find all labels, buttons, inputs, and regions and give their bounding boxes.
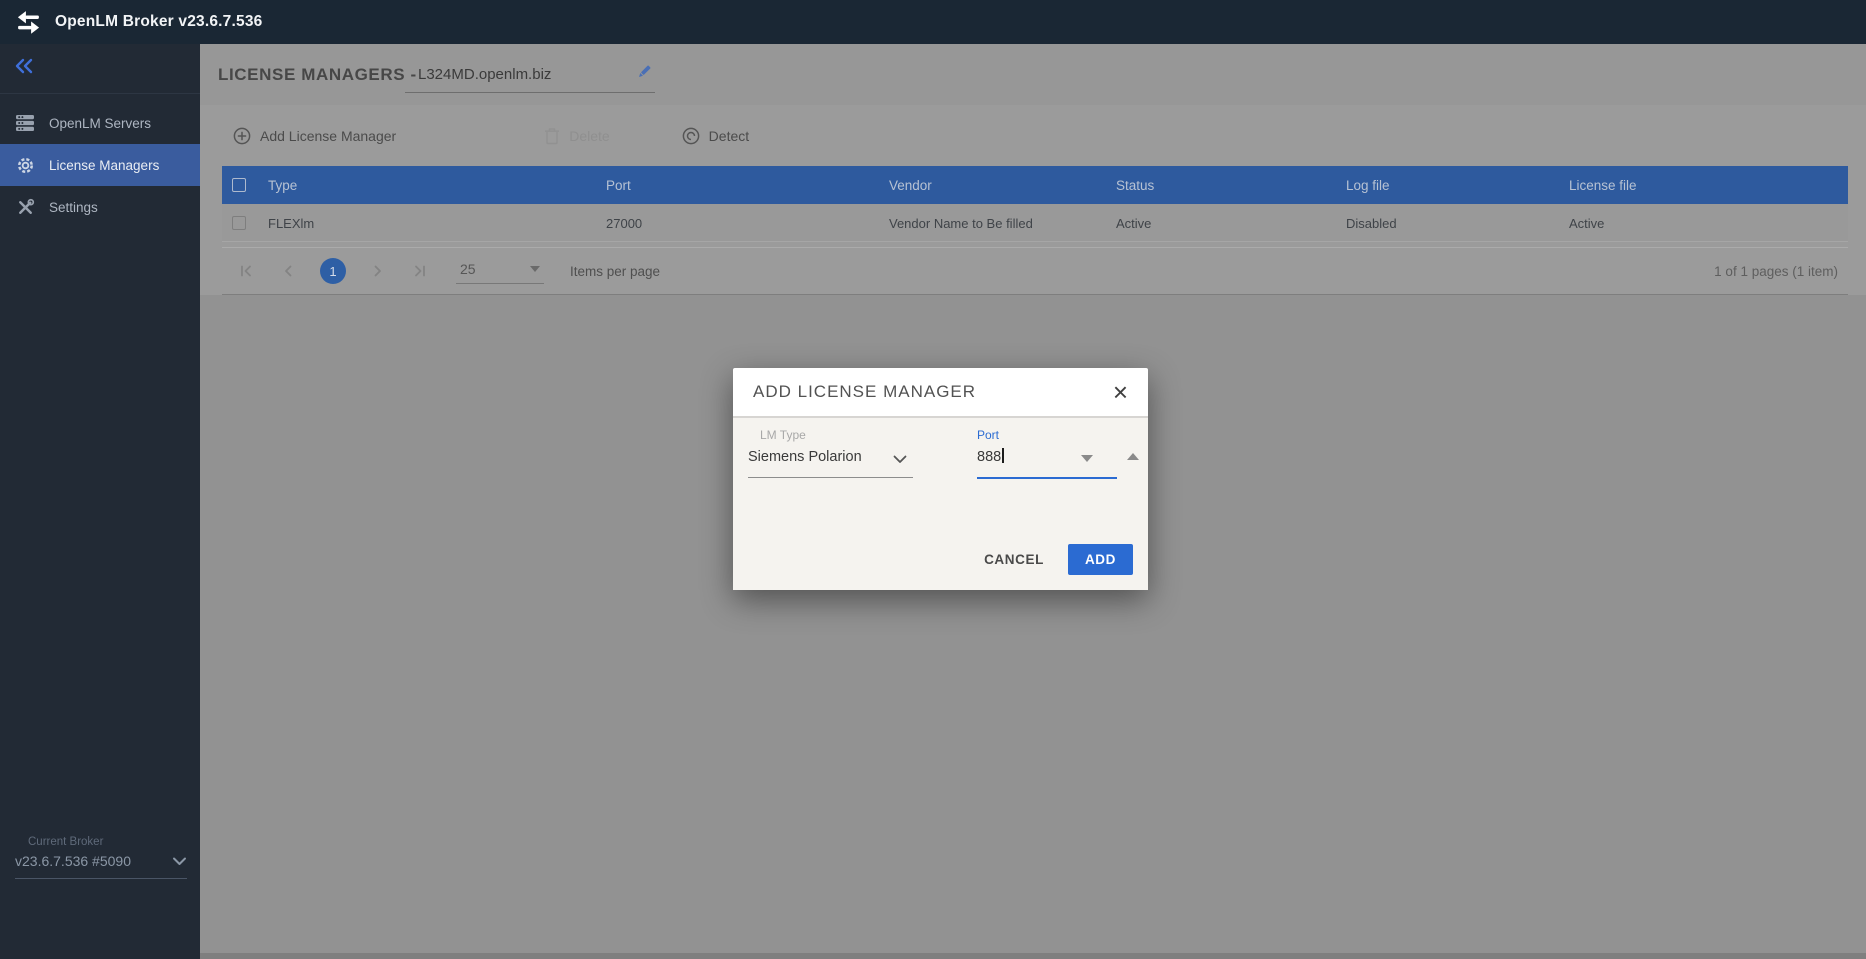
current-broker-panel: Current Broker v23.6.7.536 #5090 bbox=[15, 836, 187, 879]
sidebar-nav: OpenLM Servers License Managers bbox=[0, 102, 200, 228]
delete-label: Delete bbox=[569, 128, 609, 144]
table-header-row: Type Port Vendor Status Log file License… bbox=[222, 166, 1848, 204]
current-page-button[interactable]: 1 bbox=[320, 258, 346, 284]
detect-radar-icon bbox=[682, 127, 700, 145]
gear-icon bbox=[14, 156, 36, 175]
detect-button[interactable]: Detect bbox=[682, 127, 749, 145]
table-row[interactable]: FLEXlm 27000 Vendor Name to Be filled Ac… bbox=[222, 204, 1848, 242]
last-page-icon[interactable] bbox=[410, 265, 430, 277]
spinner-up-icon[interactable] bbox=[1127, 453, 1139, 460]
sidebar: OpenLM Servers License Managers bbox=[0, 44, 200, 959]
page-size-select[interactable]: 25 bbox=[456, 259, 544, 284]
sidebar-divider bbox=[0, 93, 200, 94]
sidebar-item-openlm-servers[interactable]: OpenLM Servers bbox=[0, 102, 200, 144]
sidebar-item-label: License Managers bbox=[49, 158, 159, 173]
port-label: Port bbox=[977, 428, 1117, 442]
trash-icon bbox=[544, 127, 560, 145]
cell-port: 27000 bbox=[606, 204, 642, 242]
current-broker-label: Current Broker bbox=[15, 836, 187, 848]
select-all-checkbox[interactable] bbox=[232, 178, 246, 192]
cell-log-file: Disabled bbox=[1346, 204, 1397, 242]
port-field: Port 888 bbox=[977, 428, 1117, 479]
lm-type-label: LM Type bbox=[748, 428, 913, 442]
column-header-license-file[interactable]: License file bbox=[1569, 166, 1637, 204]
dialog-actions: CANCEL ADD bbox=[984, 544, 1133, 575]
chevron-down-icon bbox=[172, 856, 187, 866]
top-bar: OpenLM Broker v23.6.7.536 bbox=[0, 0, 1866, 44]
first-page-icon[interactable] bbox=[236, 265, 256, 277]
page-size-value: 25 bbox=[460, 261, 476, 277]
license-managers-table: Type Port Vendor Status Log file License… bbox=[222, 166, 1848, 242]
port-input[interactable]: 888 bbox=[977, 448, 1117, 479]
cell-license-file: Active bbox=[1569, 204, 1604, 242]
page-summary: 1 of 1 pages (1 item) bbox=[1714, 264, 1838, 279]
detect-label: Detect bbox=[709, 128, 749, 144]
sidebar-collapse-icon[interactable] bbox=[13, 55, 35, 82]
add-button[interactable]: ADD bbox=[1068, 544, 1133, 575]
sidebar-item-license-managers[interactable]: License Managers bbox=[0, 144, 200, 186]
spinner-down-icon[interactable] bbox=[1081, 455, 1093, 462]
toolbar: Add License Manager Delete bbox=[200, 105, 1866, 166]
sidebar-item-label: Settings bbox=[49, 200, 98, 215]
add-license-manager-label: Add License Manager bbox=[260, 128, 396, 144]
add-license-manager-button[interactable]: Add License Manager bbox=[233, 127, 396, 145]
items-per-page-label: Items per page bbox=[570, 264, 660, 279]
column-header-log-file[interactable]: Log file bbox=[1346, 166, 1390, 204]
dropdown-arrow-icon bbox=[530, 266, 540, 272]
server-name-value: L324MD.openlm.biz bbox=[418, 66, 551, 83]
dialog-header: ADD LICENSE MANAGER × bbox=[733, 368, 1148, 418]
delete-button[interactable]: Delete bbox=[544, 127, 609, 145]
page-title: LICENSE MANAGERS - bbox=[218, 44, 417, 105]
server-name-field[interactable]: L324MD.openlm.biz bbox=[405, 57, 655, 93]
tools-icon bbox=[14, 198, 36, 217]
row-checkbox[interactable] bbox=[232, 216, 246, 230]
current-broker-value: v23.6.7.536 #5090 bbox=[15, 853, 131, 869]
servers-icon bbox=[14, 114, 36, 132]
sidebar-item-settings[interactable]: Settings bbox=[0, 186, 200, 228]
cell-status: Active bbox=[1116, 204, 1151, 242]
column-header-type[interactable]: Type bbox=[268, 166, 297, 204]
cell-vendor: Vendor Name to Be filled bbox=[889, 204, 1033, 242]
edit-pencil-icon[interactable] bbox=[636, 63, 653, 85]
current-broker-selector[interactable]: v23.6.7.536 #5090 bbox=[15, 853, 187, 879]
page-header: LICENSE MANAGERS - L324MD.openlm.biz bbox=[200, 44, 1866, 105]
close-icon[interactable]: × bbox=[1113, 382, 1128, 402]
lm-type-field: LM Type Siemens Polarion bbox=[748, 428, 913, 478]
next-page-icon[interactable] bbox=[368, 265, 388, 277]
lm-type-select[interactable]: Siemens Polarion bbox=[748, 448, 913, 478]
pagination-bar: 1 25 Items per page 1 of 1 pages (1 item… bbox=[222, 247, 1848, 295]
sidebar-item-label: OpenLM Servers bbox=[49, 116, 151, 131]
select-chevron-icon bbox=[893, 451, 907, 469]
dialog-body: LM Type Siemens Polarion Port 888 bbox=[733, 418, 1148, 590]
column-header-port[interactable]: Port bbox=[606, 166, 631, 204]
port-value: 888 bbox=[977, 449, 1001, 465]
app-window: OpenLM Broker v23.6.7.536 bbox=[0, 0, 1866, 959]
app-title: OpenLM Broker v23.6.7.536 bbox=[55, 13, 262, 31]
swap-arrows-logo-icon bbox=[15, 9, 42, 36]
lm-type-value: Siemens Polarion bbox=[748, 449, 862, 465]
add-license-manager-dialog: ADD LICENSE MANAGER × LM Type Siemens Po… bbox=[733, 368, 1148, 590]
cancel-button[interactable]: CANCEL bbox=[984, 552, 1044, 567]
column-header-status[interactable]: Status bbox=[1116, 166, 1154, 204]
text-caret bbox=[1002, 448, 1004, 463]
column-header-vendor[interactable]: Vendor bbox=[889, 166, 932, 204]
cell-type: FLEXlm bbox=[268, 204, 314, 242]
bottom-scroll-strip bbox=[200, 953, 1866, 959]
dialog-title: ADD LICENSE MANAGER bbox=[753, 382, 976, 402]
previous-page-icon[interactable] bbox=[278, 265, 298, 277]
plus-circle-icon bbox=[233, 127, 251, 145]
